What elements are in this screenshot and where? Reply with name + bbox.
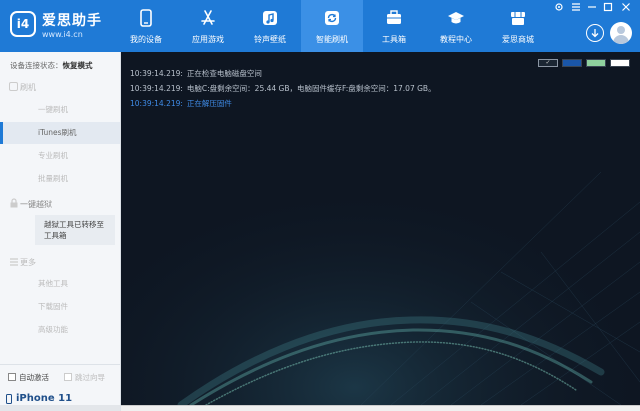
jailbreak-section-title[interactable]: 一键越狱 (20, 199, 52, 210)
log-time: 10:39:14.219: (130, 69, 183, 78)
auto-activate-label: 自动激活 (19, 373, 49, 382)
flash-section-title: 刷机 (20, 83, 36, 92)
nav-my-device[interactable]: 我的设备 (115, 0, 177, 52)
auto-activate-checkbox[interactable]: 自动激活 (8, 372, 49, 383)
device-name[interactable]: iPhone 11 (16, 393, 72, 404)
connection-status-value: 恢复模式 (62, 61, 93, 70)
nav-label: 铃声壁纸 (254, 35, 286, 44)
skip-guide-label: 跳过向导 (75, 373, 105, 382)
jailbreak-moved-note: 越狱工具已转移至工具箱 (35, 215, 115, 245)
log-text: 正在解压固件 (186, 99, 232, 108)
top-navigation-bar: i4 爱思助手 www.i4.cn 我的设备 应用游戏 铃声壁纸 智能刷机 工具… (0, 0, 640, 52)
app-url: www.i4.cn (42, 30, 83, 39)
more-grid-icon (10, 258, 18, 266)
lock-icon (10, 198, 18, 208)
nav-label: 智能刷机 (316, 35, 348, 44)
sidebar-item-pro-flash[interactable]: 专业刷机 (0, 145, 120, 167)
theme-swatch-blue[interactable] (562, 59, 582, 67)
menu-icon[interactable] (570, 2, 582, 12)
sidebar-item-batch-flash[interactable]: 批量刷机 (0, 168, 120, 190)
app-logo[interactable]: i4 爱思助手 www.i4.cn (10, 8, 120, 44)
log-line-current: 10:39:14.219: 正在解压固件 (130, 98, 232, 109)
logo-badge: i4 (10, 11, 36, 37)
theme-swatch-white[interactable] (610, 59, 630, 67)
theme-swatch-dark[interactable]: ✓ (538, 59, 558, 67)
close-icon[interactable] (620, 2, 632, 12)
phone-icon (140, 9, 152, 27)
sidebar-item-itunes-flash[interactable]: iTunes刷机 (0, 122, 120, 144)
user-avatar[interactable] (610, 22, 632, 44)
nav-ringtones[interactable]: 铃声壁纸 (239, 0, 301, 52)
minimize-icon[interactable] (586, 2, 598, 12)
sidebar-item-other-tools[interactable]: 其他工具 (0, 273, 120, 295)
theme-swatches: ✓ (538, 59, 630, 67)
main-nav: 我的设备 应用游戏 铃声壁纸 智能刷机 工具箱 教程中心 爱思商城 (115, 0, 549, 52)
checkbox-box (8, 373, 16, 381)
checkbox-box (64, 373, 72, 381)
log-text: 电脑C:盘剩余空间：25.44 GB，电脑固件缓存F:盘剩余空间：17.07 G… (186, 84, 436, 93)
log-line: 10:39:14.219: 正在检查电脑磁盘空间 (130, 68, 262, 79)
download-icon (591, 29, 599, 38)
download-button[interactable] (586, 24, 604, 42)
app-store-icon (201, 10, 215, 25)
skip-guide-checkbox: 跳过向导 (64, 372, 105, 383)
flash-log-console: ✓ 10:39:14.219: 正在检查电脑磁盘空间 10:39:14.219: 电… (121, 52, 640, 405)
nav-smart-flash[interactable]: 智能刷机 (301, 0, 363, 52)
nav-label: 我的设备 (130, 35, 162, 44)
log-time: 10:39:14.219: (130, 99, 183, 108)
nav-store[interactable]: 爱思商城 (487, 0, 549, 52)
sidebar-footer: 自动激活 跳过向导 iPhone 11 (0, 364, 120, 411)
music-icon (263, 11, 277, 25)
nav-label: 爱思商城 (502, 35, 534, 44)
store-icon (511, 12, 525, 25)
more-section-title: 更多 (20, 258, 36, 267)
nav-label: 教程中心 (440, 35, 472, 44)
nav-label: 应用游戏 (192, 35, 224, 44)
nav-label: 工具箱 (382, 35, 406, 44)
sidebar: 设备连接状态：恢复模式 刷机 一键刷机 iTunes刷机 专业刷机 批量刷机 一… (0, 52, 121, 411)
log-text: 正在检查电脑磁盘空间 (186, 69, 262, 78)
theme-swatch-green[interactable] (586, 59, 606, 67)
sidebar-item-advanced[interactable]: 高级功能 (0, 319, 120, 341)
settings-icon[interactable] (553, 2, 565, 12)
app-name: 爱思助手 (42, 13, 102, 29)
connection-status-label: 设备连接状态： (10, 61, 63, 70)
toolbox-icon (387, 10, 401, 24)
sidebar-item-download-firmware[interactable]: 下载固件 (0, 296, 120, 318)
graduation-cap-icon (448, 12, 464, 24)
nav-tutorials[interactable]: 教程中心 (425, 0, 487, 52)
progress-status-bar (121, 405, 640, 411)
log-line: 10:39:14.219: 电脑C:盘剩余空间：25.44 GB，电脑固件缓存F:… (130, 83, 436, 94)
log-time: 10:39:14.219: (130, 84, 183, 93)
refresh-icon (325, 11, 339, 25)
nav-toolbox[interactable]: 工具箱 (363, 0, 425, 52)
connection-status: 设备连接状态：恢复模式 (10, 60, 93, 71)
device-info-bar (0, 405, 120, 411)
nav-apps-games[interactable]: 应用游戏 (177, 0, 239, 52)
flash-section-icon (9, 82, 18, 91)
device-phone-icon (6, 394, 12, 404)
maximize-icon[interactable] (602, 2, 614, 12)
sidebar-item-one-click-flash[interactable]: 一键刷机 (0, 99, 120, 121)
